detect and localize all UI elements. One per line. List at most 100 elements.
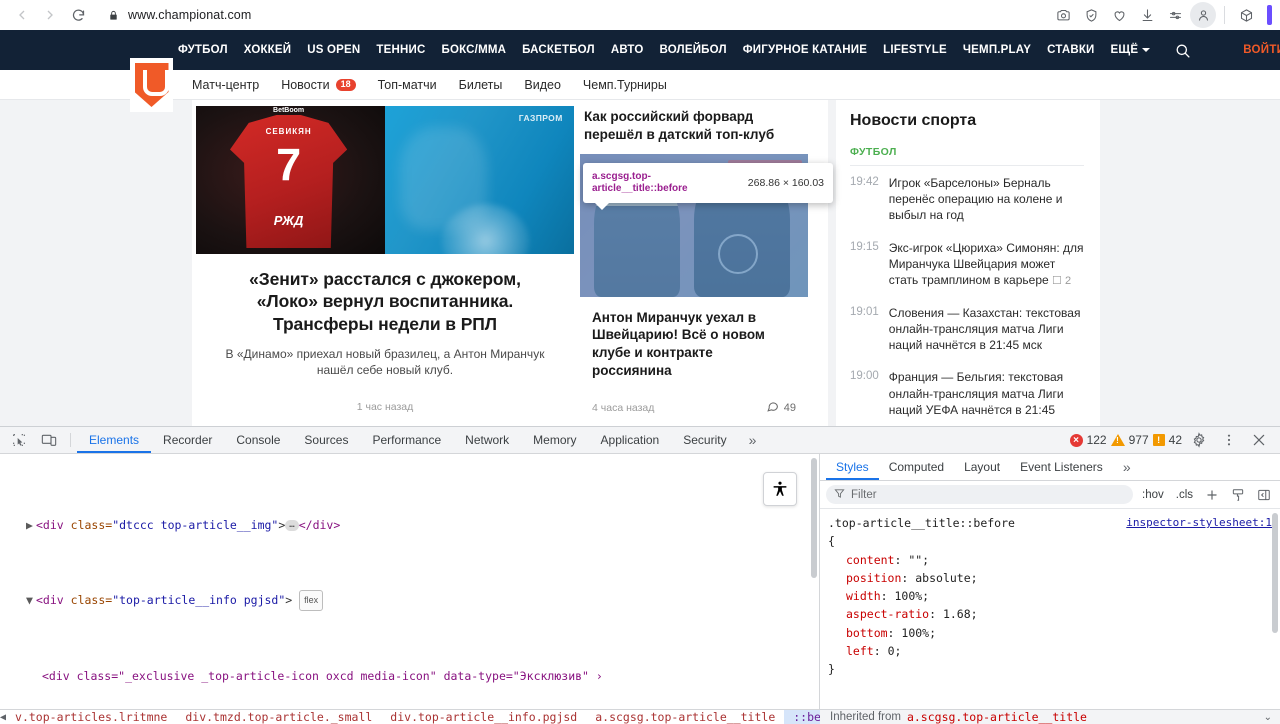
styles-filter-input[interactable]: Filter <box>826 485 1133 504</box>
subnav-item-news[interactable]: Новости 18 <box>281 78 356 92</box>
dom-node-row[interactable]: ▶ <div class="dtccc top-article__img">… </… <box>0 516 819 535</box>
styles-more-tabs-icon[interactable]: » <box>1113 454 1141 480</box>
nav-item-usopen[interactable]: US OPEN <box>307 44 360 56</box>
login-button[interactable]: ВОЙТИ <box>1243 44 1280 56</box>
nav-item-lifestyle[interactable]: LIFESTYLE <box>883 44 947 56</box>
close-icon[interactable] <box>1246 427 1272 453</box>
css-value[interactable]: 0; <box>888 644 902 658</box>
breadcrumb-item[interactable]: div.tmzd.top-article._small <box>176 710 381 724</box>
warning-counter[interactable]: 977 <box>1110 433 1149 447</box>
heart-icon[interactable] <box>1106 2 1132 28</box>
nav-item-basketball[interactable]: БАСКЕТБОЛ <box>522 44 595 56</box>
news-list-item[interactable]: 19:00 Франция — Бельгия: текстовая онлай… <box>850 360 1084 425</box>
comment-count[interactable]: 49 <box>766 400 796 416</box>
subnav-item-top-matches[interactable]: Топ-матчи <box>378 78 437 92</box>
inherited-selector[interactable]: a.scgsg.top-article__title <box>907 710 1087 724</box>
css-declaration[interactable]: left: 0; <box>828 642 1272 660</box>
nav-item-volleyball[interactable]: ВОЛЕЙБОЛ <box>659 44 726 56</box>
expand-ellipsis-button[interactable]: … <box>285 519 299 531</box>
css-source-link[interactable]: inspector-stylesheet:1 <box>1126 514 1272 532</box>
css-declaration[interactable]: content: ""; <box>828 551 1272 569</box>
address-bar[interactable]: www.championat.com <box>98 3 1050 27</box>
top-article-main[interactable]: BetBoom СЕВИКЯН 7 РЖД ГАЗПРОМ «Зенит» ра… <box>196 106 574 426</box>
css-property[interactable]: position <box>846 571 901 585</box>
lock-icon[interactable] <box>108 9 119 22</box>
css-selector[interactable]: .top-article__title::before <box>828 514 1015 532</box>
top-article-title[interactable]: «Зенит» расстался с джокером, «Локо» вер… <box>218 268 552 335</box>
tab-application[interactable]: Application <box>589 427 672 453</box>
css-declaration[interactable]: aspect-ratio: 1.68; <box>828 605 1272 623</box>
css-value[interactable]: ""; <box>908 553 929 567</box>
tab-memory[interactable]: Memory <box>521 427 588 453</box>
tab-security[interactable]: Security <box>671 427 738 453</box>
css-property[interactable]: content <box>846 553 894 567</box>
inspect-element-icon[interactable] <box>4 427 34 453</box>
css-property[interactable]: width <box>846 589 881 603</box>
styles-scrollbar-thumb[interactable] <box>1272 513 1278 633</box>
news-list-item[interactable]: 18:52 Израиль — Италия: текстовая онлайн… <box>850 425 1084 426</box>
subnav-item-tournaments[interactable]: Чемп.Турниры <box>583 78 667 92</box>
site-logo[interactable] <box>130 58 173 112</box>
reload-button[interactable] <box>64 1 92 29</box>
breadcrumb-item[interactable]: a.scgsg.top-article__title <box>586 710 784 724</box>
nav-item-champplay[interactable]: ЧЕМП.PLAY <box>963 44 1031 56</box>
cls-button[interactable]: .cls <box>1173 489 1196 501</box>
breadcrumb-item[interactable]: div.top-article__info.pgjsd <box>381 710 586 724</box>
tab-elements[interactable]: Elements <box>77 427 151 453</box>
side-article-preview-title[interactable]: Как российский форвард перешёл в датский… <box>580 106 808 154</box>
tab-event-listeners[interactable]: Event Listeners <box>1010 454 1113 480</box>
css-value[interactable]: absolute; <box>915 571 977 585</box>
info-counter[interactable]: ! 42 <box>1152 433 1182 447</box>
hov-button[interactable]: :hov <box>1139 489 1167 501</box>
css-value[interactable]: 100%; <box>901 626 936 640</box>
news-category-football[interactable]: ФУТБОЛ <box>850 146 1084 166</box>
css-property[interactable]: aspect-ratio <box>846 607 929 621</box>
css-value[interactable]: 100%; <box>894 589 929 603</box>
download-icon[interactable] <box>1134 2 1160 28</box>
nav-item-more[interactable]: ЕЩЁ <box>1111 44 1151 56</box>
subnav-item-tickets[interactable]: Билеты <box>459 78 503 92</box>
nav-item-tennis[interactable]: ТЕННИС <box>376 44 425 56</box>
nav-item-auto[interactable]: АВТО <box>611 44 644 56</box>
css-value[interactable]: 1.68; <box>943 607 978 621</box>
nav-item-stavki[interactable]: СТАВКИ <box>1047 44 1094 56</box>
collapse-triangle-icon[interactable]: ▼ <box>26 591 36 610</box>
tab-console[interactable]: Console <box>224 427 292 453</box>
tab-network[interactable]: Network <box>453 427 521 453</box>
device-toolbar-icon[interactable] <box>34 427 64 453</box>
forward-button[interactable] <box>36 1 64 29</box>
gear-icon[interactable] <box>1186 427 1212 453</box>
shield-icon[interactable] <box>1078 2 1104 28</box>
search-icon[interactable] <box>1174 42 1191 59</box>
subnav-item-match-center[interactable]: Матч-центр <box>192 78 259 92</box>
dom-scrollbar[interactable] <box>811 458 817 705</box>
nav-item-futbol[interactable]: ФУТБОЛ <box>178 44 228 56</box>
toggle-sidebar-icon[interactable] <box>1254 488 1274 502</box>
css-declaration[interactable]: bottom: 100%; <box>828 624 1272 642</box>
subnav-item-video[interactable]: Видео <box>524 78 561 92</box>
tab-styles[interactable]: Styles <box>826 454 879 480</box>
nav-item-figureskating[interactable]: ФИГУРНОЕ КАТАНИЕ <box>743 44 867 56</box>
flex-badge[interactable]: flex <box>299 590 324 611</box>
news-list-item[interactable]: 19:42 Игрок «Барселоны» Берналь перенёс … <box>850 166 1084 231</box>
nav-item-boxing[interactable]: БОКС/ММА <box>442 44 507 56</box>
extension-indicator[interactable] <box>1267 5 1272 25</box>
dom-scrollbar-thumb[interactable] <box>811 458 817 578</box>
top-article-small[interactable]: Как российский форвард перешёл в датский… <box>580 106 808 426</box>
css-property[interactable]: bottom <box>846 626 888 640</box>
tab-performance[interactable]: Performance <box>360 427 453 453</box>
camera-icon[interactable] <box>1050 2 1076 28</box>
css-property[interactable]: left <box>846 644 874 658</box>
back-button[interactable] <box>8 1 36 29</box>
tab-recorder[interactable]: Recorder <box>151 427 224 453</box>
more-tabs-icon[interactable]: » <box>739 427 767 453</box>
css-declaration[interactable]: width: 100%; <box>828 587 1272 605</box>
tab-layout[interactable]: Layout <box>954 454 1010 480</box>
expand-triangle-icon[interactable]: ▶ <box>26 516 36 535</box>
more-vertical-icon[interactable] <box>1216 427 1242 453</box>
news-list-item[interactable]: 19:01 Словения — Казахстан: текстовая он… <box>850 296 1084 361</box>
accessibility-icon[interactable] <box>763 472 797 506</box>
profile-icon[interactable] <box>1190 2 1216 28</box>
dom-node-row[interactable]: ▼ <div class="top-article__info pgjsd"> f… <box>0 590 819 611</box>
tab-computed[interactable]: Computed <box>879 454 954 480</box>
